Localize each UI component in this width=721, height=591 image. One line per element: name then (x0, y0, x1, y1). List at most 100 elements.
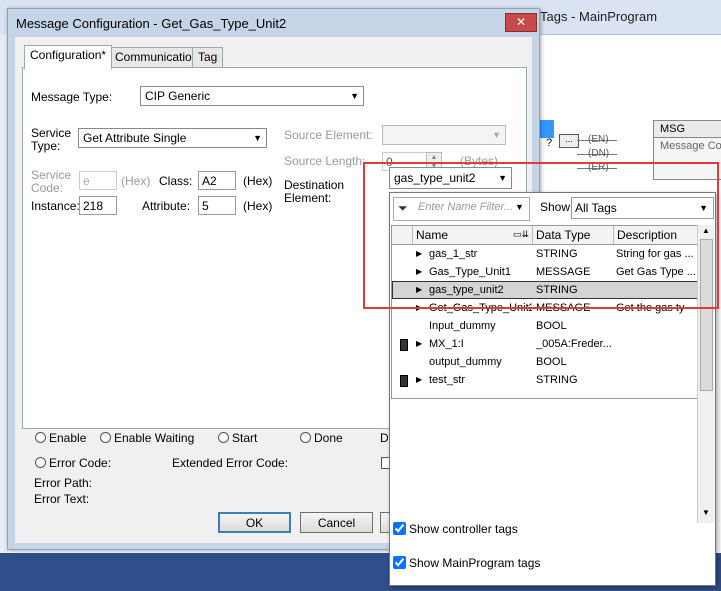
cancel-button[interactable]: Cancel (300, 512, 373, 533)
close-button[interactable]: ✕ (505, 13, 537, 32)
tag-type-cell: STRING (536, 284, 578, 296)
chevron-down-icon: ▼ (350, 91, 359, 101)
tab-configuration[interactable]: Configuration* (24, 45, 113, 69)
msg-header: MSG (654, 121, 721, 138)
tag-grid: Name ▭⇊ Data Type Description ▶ gas_1_str… (391, 225, 699, 399)
app-title: Tags - MainProgram (540, 9, 658, 24)
instance-field[interactable]: 218 (79, 196, 117, 215)
dialog-title: Message Configuration - Get_Gas_Type_Uni… (16, 16, 287, 31)
expand-icon[interactable]: ▶ (416, 299, 422, 317)
tag-name-cell: Input_dummy (429, 320, 496, 332)
done-indicator: Done (300, 431, 343, 445)
tag-description-cell (616, 335, 696, 353)
sort-icon[interactable]: ▭⇊ (513, 229, 529, 240)
attribute-unit: (Hex) (243, 199, 273, 213)
expand-icon[interactable]: ▶ (416, 245, 422, 263)
table-row[interactable]: ▶ test_str STRING (392, 371, 698, 389)
service-code-label: Service Code: (31, 168, 72, 195)
tab-tag[interactable]: Tag (192, 47, 224, 68)
table-row[interactable]: ▶ MX_1:I _005A:Freder... (392, 335, 698, 353)
show-select[interactable]: All Tags ▼ (571, 197, 714, 219)
msg-instruction[interactable]: MSG Message Co (653, 120, 721, 180)
rung-marker (540, 120, 554, 138)
expand-icon[interactable]: ▶ (416, 335, 422, 353)
tag-browser-dropdown: ⏷ Enter Name Filter... ▼ Show: All Tags ▼… (389, 192, 716, 586)
tag-description-cell (616, 371, 696, 389)
tag-description-cell (616, 317, 696, 335)
message-type-select[interactable]: CIP Generic ▼ (140, 86, 364, 106)
tag-name-cell: gas_type_unit2 (429, 284, 504, 296)
scroll-down-icon[interactable]: ▼ (702, 508, 710, 517)
tab-communication[interactable]: Communication (109, 47, 205, 68)
attribute-label: Attribute: (142, 199, 191, 213)
column-header-description[interactable]: Description (613, 226, 698, 244)
column-header-data-type[interactable]: Data Type (532, 226, 613, 244)
rung-ellipsis-button[interactable]: ... (559, 134, 579, 148)
table-row[interactable]: Input_dummy BOOL (392, 317, 698, 335)
tag-description-cell: String for gas ... (616, 248, 694, 260)
tag-type-cell: MESSAGE (536, 266, 591, 278)
destination-element-select[interactable]: gas_type_unit2 ▼ (389, 167, 512, 189)
tag-type-cell: _005A:Freder... (536, 338, 612, 350)
enable-indicator: Enable (35, 431, 86, 445)
class-field[interactable]: A2 (198, 171, 236, 190)
table-row[interactable]: output_dummy BOOL (392, 353, 698, 371)
grid-header: Name ▭⇊ Data Type Description (392, 226, 698, 245)
rung-question: ? (546, 137, 553, 149)
service-type-select[interactable]: Get Attribute Single ▼ (78, 128, 267, 148)
chevron-down-icon: ▼ (498, 173, 507, 183)
filter-icon: ⏷ (398, 201, 408, 215)
extended-error-code-label: Extended Error Code: (172, 456, 289, 470)
attribute-field[interactable]: 5 (198, 196, 236, 215)
source-element-label: Source Element: (284, 128, 373, 142)
filter-placeholder: Enter Name Filter... (418, 201, 513, 213)
tag-type-cell: BOOL (536, 356, 567, 368)
source-element-select[interactable]: ▼ (382, 125, 506, 145)
chevron-down-icon: ▼ (253, 133, 262, 143)
expand-icon[interactable]: ▶ (416, 281, 422, 299)
table-row[interactable]: ▶ gas_1_str STRING String for gas ... (392, 245, 698, 263)
io-tag-icon (400, 339, 408, 351)
ok-button[interactable]: OK (218, 512, 291, 533)
tag-type-cell: STRING (536, 374, 578, 386)
scroll-up-icon[interactable]: ▲ (702, 226, 710, 235)
io-tag-icon (400, 375, 408, 387)
coil-en: (EN) (588, 134, 609, 145)
source-length-unit: (Bytes) (460, 154, 499, 168)
instance-label: Instance: (31, 199, 80, 213)
tag-name-cell: MX_1:I (429, 338, 464, 350)
table-row[interactable]: ▶ Gas_Type_Unit1 MESSAGE Get Gas Type ... (392, 263, 698, 281)
table-row[interactable]: ▶ gas_type_unit2 STRING (392, 281, 698, 299)
show-controller-tags-checkbox[interactable]: Show controller tags (393, 522, 518, 536)
tag-name-cell: Get_Gas_Type_Unit2 (429, 302, 532, 314)
tag-description-cell (616, 353, 696, 371)
tag-description-cell: Get the gas ty (616, 302, 685, 314)
source-length-label: Source Length: (284, 154, 366, 168)
tag-name-cell: output_dummy (429, 356, 502, 368)
show-program-tags-checkbox[interactable]: Show MainProgram tags (393, 556, 540, 570)
tag-type-cell: BOOL (536, 320, 567, 332)
chevron-down-icon[interactable]: ▼ (515, 202, 524, 212)
tag-name-cell: Gas_Type_Unit1 (429, 266, 511, 278)
show-label: Show: (540, 200, 574, 214)
name-filter-input[interactable]: ⏷ Enter Name Filter... ▼ (393, 197, 530, 221)
scrollbar-thumb[interactable] (700, 239, 713, 391)
service-code-field[interactable]: e (79, 171, 117, 190)
coil-er: (ER) (588, 162, 609, 173)
message-type-label: Message Type: (31, 90, 113, 104)
error-path-label: Error Path: (34, 476, 93, 490)
table-row[interactable]: ▶ Get_Gas_Type_Unit2 MESSAGE Get the gas ty (392, 299, 698, 317)
class-unit: (Hex) (243, 174, 273, 188)
tag-description-cell (616, 281, 696, 299)
class-label: Class: (159, 174, 193, 188)
expand-icon[interactable]: ▶ (416, 371, 422, 389)
msg-body: Message Co (660, 140, 721, 152)
vertical-scrollbar[interactable]: ▲ ▼ (697, 225, 714, 523)
error-code-indicator: Error Code: (35, 456, 111, 470)
chevron-down-icon: ▼ (699, 203, 708, 213)
coil-dn: (DN) (588, 148, 610, 159)
tag-description-cell: Get Gas Type ... (616, 266, 696, 278)
expand-icon[interactable]: ▶ (416, 263, 422, 281)
destination-element-label: Destination Element: (284, 178, 345, 205)
enable-waiting-indicator: Enable Waiting (100, 431, 194, 445)
